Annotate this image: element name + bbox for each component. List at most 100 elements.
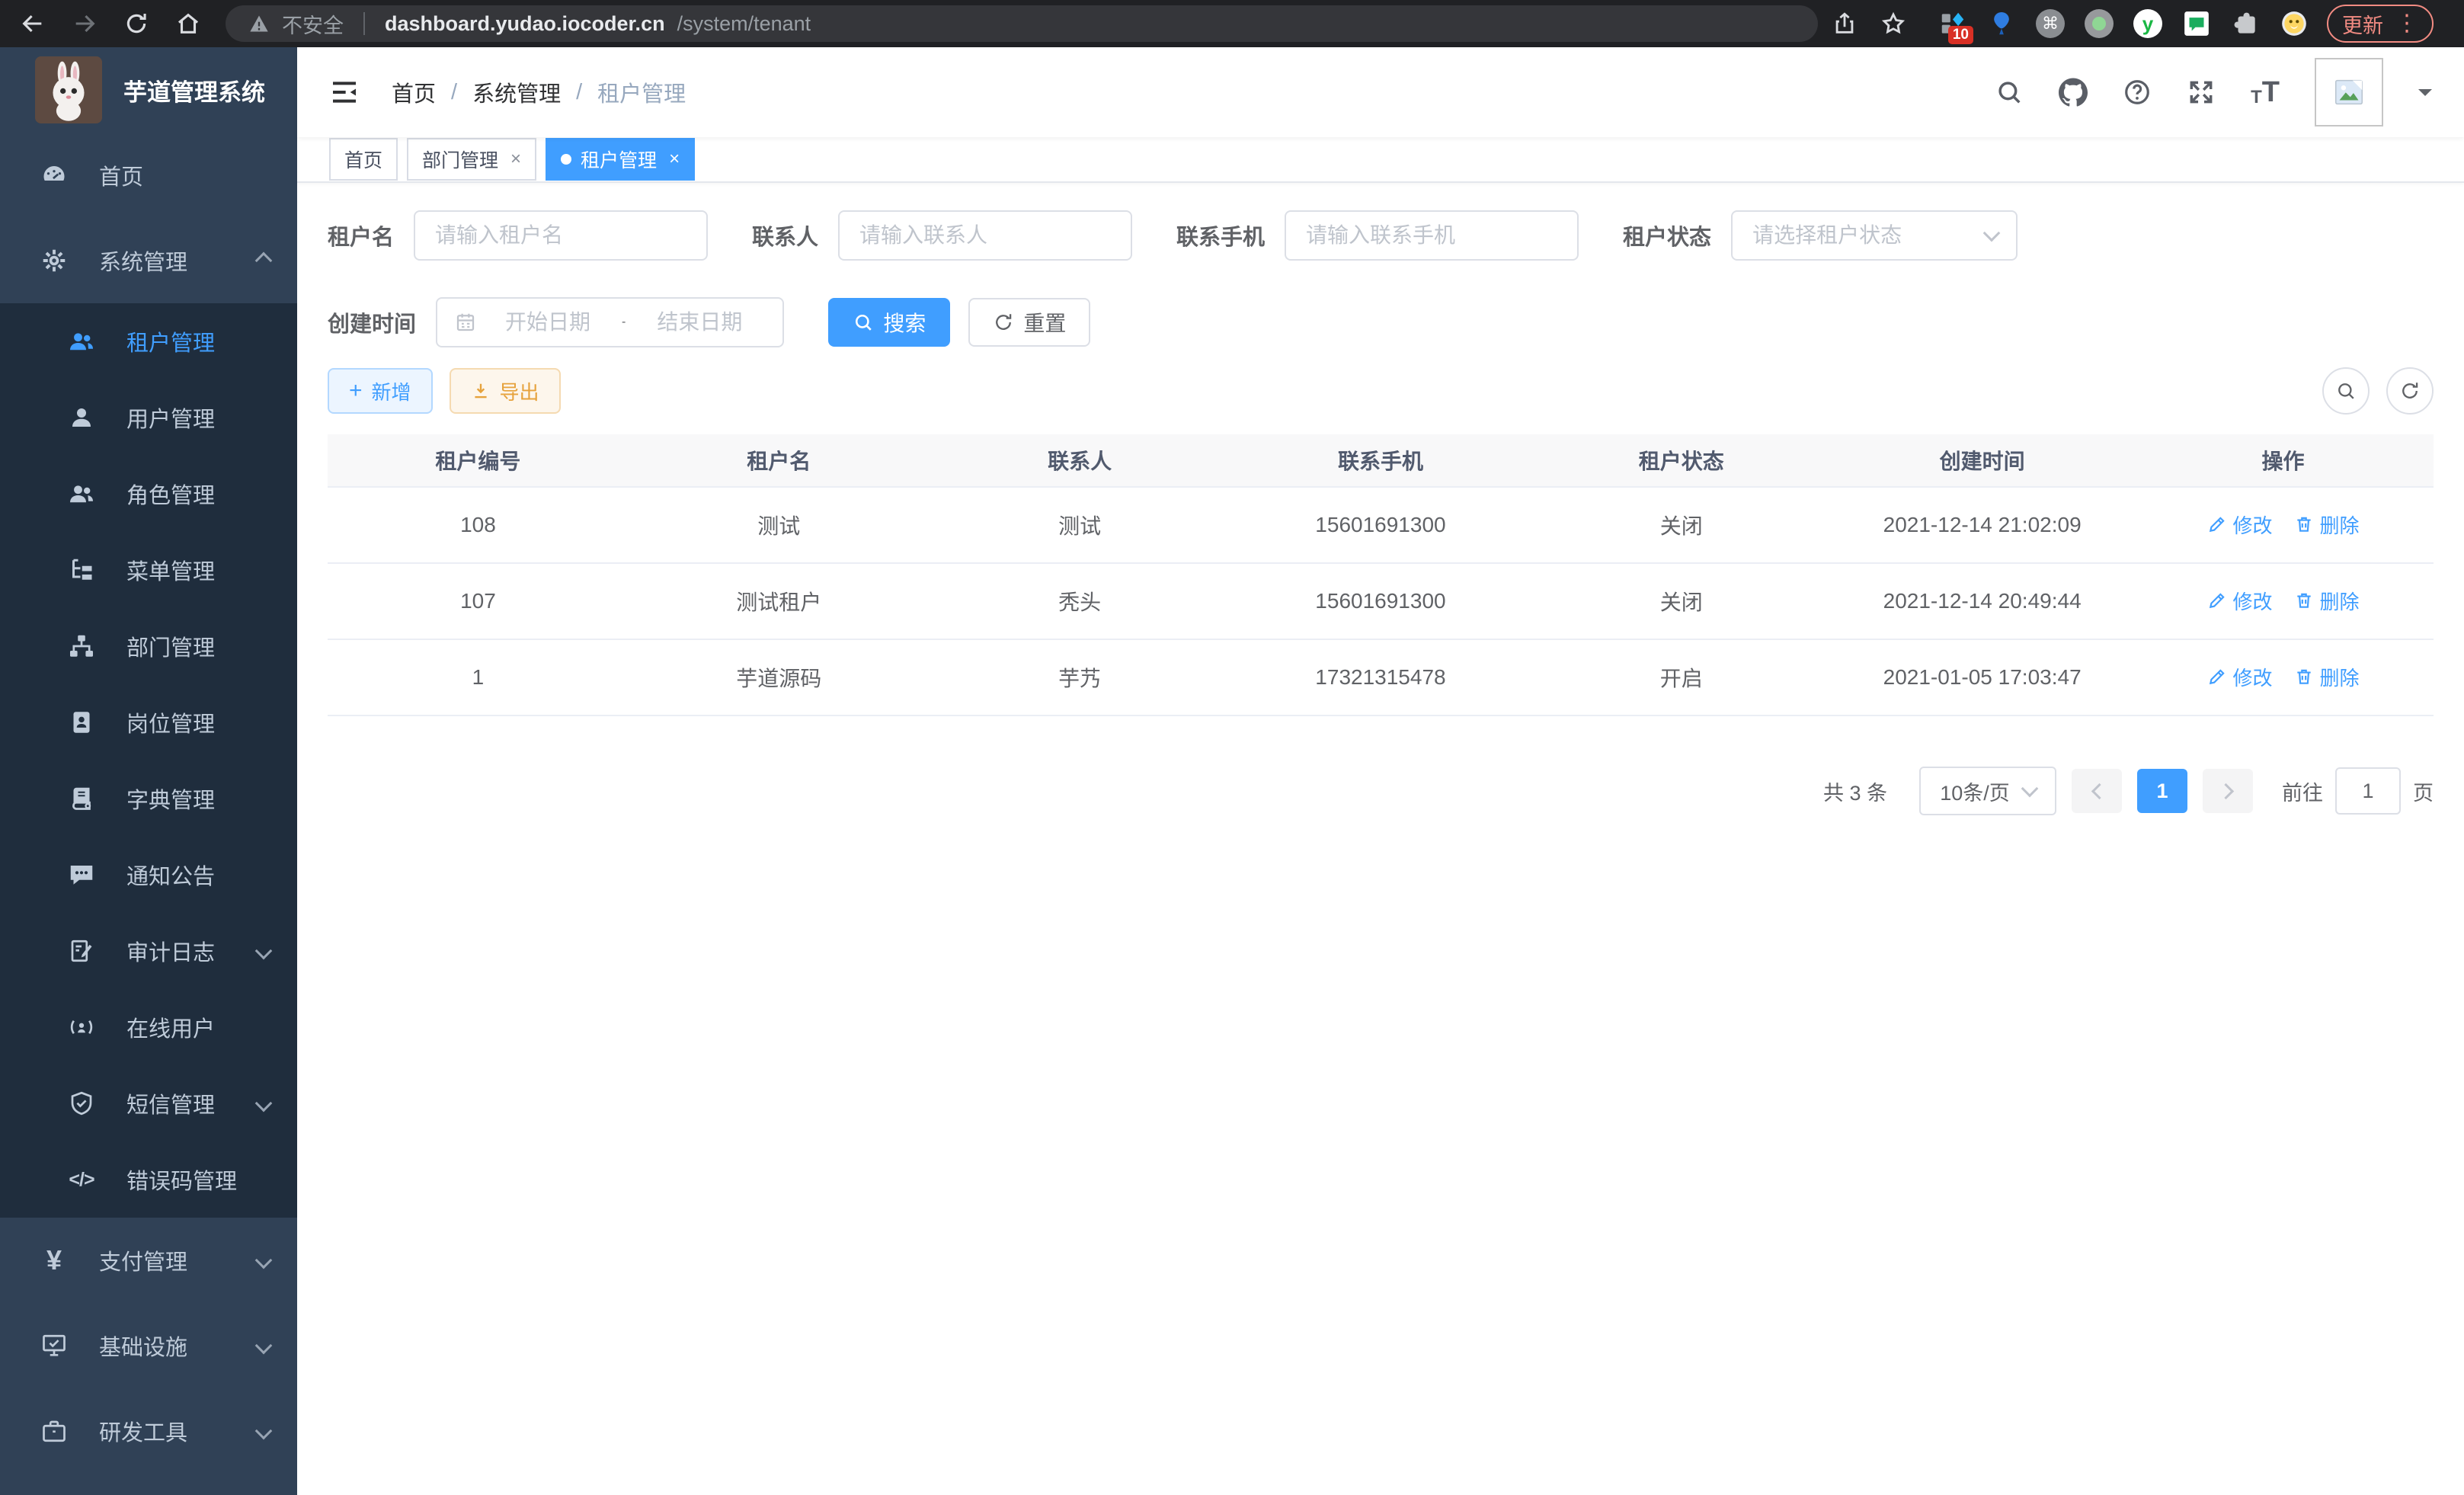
delete-link[interactable]: 删除 <box>2294 663 2360 691</box>
sidebar-item-dictionary[interactable]: 字典管理 <box>0 760 297 837</box>
sidebar: 芋道管理系统 首页 系统管理 租户管理 <box>0 47 297 1495</box>
breadcrumb-item[interactable]: 系统管理 <box>472 76 561 108</box>
col-tenant-name: 租户名 <box>629 434 930 487</box>
post-badge-icon <box>67 708 96 737</box>
cell-created: 2021-01-05 17:03:47 <box>1832 639 2133 715</box>
edit-link[interactable]: 修改 <box>2207 511 2273 539</box>
sidebar-item-label: 研发工具 <box>99 1415 227 1447</box>
breadcrumb-item[interactable]: 首页 <box>392 76 436 108</box>
audit-log-icon <box>67 936 96 965</box>
sidebar-item-payment[interactable]: ¥ 支付管理 <box>0 1218 297 1303</box>
extensions-cluster: 10 ⌘ y <box>1938 9 2309 38</box>
extension-command-icon[interactable]: ⌘ <box>2036 9 2065 38</box>
filter-row-1: 租户名 联系人 联系手机 租户状态 <box>328 210 2434 261</box>
plus-icon: + <box>349 379 363 402</box>
status-select-input[interactable] <box>1731 210 2018 261</box>
add-button[interactable]: + 新增 <box>328 368 433 414</box>
page-size-select[interactable]: 10条/页 <box>1919 767 2056 815</box>
end-date-input[interactable] <box>633 309 766 335</box>
browser-menu-icon[interactable]: ⋮ <box>2395 12 2418 35</box>
calendar-icon <box>454 311 477 334</box>
tab-tenants[interactable]: 租户管理 × <box>546 138 695 181</box>
mobile-input[interactable] <box>1285 210 1579 261</box>
cell-contact: 芋艿 <box>930 639 1230 715</box>
edit-link[interactable]: 修改 <box>2207 587 2273 615</box>
extension-y-icon[interactable]: y <box>2133 9 2162 38</box>
sidebar-item-label: 通知公告 <box>126 859 270 891</box>
tenant-name-label: 租户名 <box>328 219 394 251</box>
delete-link[interactable]: 删除 <box>2294 511 2360 539</box>
back-icon[interactable] <box>20 11 46 37</box>
contact-input[interactable] <box>838 210 1132 261</box>
filter-create-time: 创建时间 - <box>328 297 784 347</box>
cell-mobile: 15601691300 <box>1230 563 1531 639</box>
reload-icon[interactable] <box>123 11 149 37</box>
bookmark-star-icon[interactable] <box>1880 11 1906 37</box>
online-users-icon <box>67 1013 96 1042</box>
reset-button[interactable]: 重置 <box>968 298 1090 347</box>
export-button[interactable]: 导出 <box>450 368 561 414</box>
forward-icon[interactable] <box>72 11 98 37</box>
sidebar-item-error-codes[interactable]: </> 错误码管理 <box>0 1141 297 1218</box>
delete-link[interactable]: 删除 <box>2294 587 2360 615</box>
tab-label: 首页 <box>344 146 382 173</box>
cell-contact: 秃头 <box>930 563 1230 639</box>
sidebar-item-dev-tools[interactable]: 研发工具 <box>0 1388 297 1474</box>
sidebar-item-announcements[interactable]: 通知公告 <box>0 837 297 913</box>
collapse-sidebar-icon[interactable] <box>329 77 360 107</box>
edit-link[interactable]: 修改 <box>2207 663 2273 691</box>
sidebar-item-tenant[interactable]: 租户管理 <box>0 303 297 379</box>
cell-contact: 测试 <box>930 487 1230 563</box>
sidebar-item-posts[interactable]: 岗位管理 <box>0 684 297 760</box>
refresh-table-button[interactable] <box>2386 367 2434 415</box>
start-date-input[interactable] <box>482 309 614 335</box>
search-button[interactable]: 搜索 <box>828 298 950 347</box>
share-icon[interactable] <box>1832 11 1858 37</box>
fullscreen-icon[interactable] <box>2187 78 2216 107</box>
sidebar-item-system[interactable]: 系统管理 <box>0 218 297 303</box>
tenant-name-input[interactable] <box>414 210 708 261</box>
avatar-dropdown-icon[interactable] <box>2418 89 2432 103</box>
security-label[interactable]: 不安全 <box>282 9 344 39</box>
extension-record-icon[interactable] <box>2085 9 2114 38</box>
sidebar-item-label: 首页 <box>99 159 270 191</box>
sidebar-item-departments[interactable]: 部门管理 <box>0 608 297 684</box>
sidebar-item-home[interactable]: 首页 <box>0 133 297 218</box>
close-icon[interactable]: × <box>510 149 521 170</box>
next-page-button[interactable] <box>2203 769 2253 813</box>
cell-status: 关闭 <box>1531 487 1832 563</box>
avatar[interactable] <box>2315 58 2383 126</box>
address-bar[interactable]: 不安全 dashboard.yudao.iocoder.cn /system/t… <box>226 5 1818 42</box>
prev-page-button[interactable] <box>2072 769 2122 813</box>
sidebar-item-infrastructure[interactable]: 基础设施 <box>0 1303 297 1388</box>
sidebar-item-menus[interactable]: 菜单管理 <box>0 532 297 608</box>
extension-grid-icon[interactable]: 10 <box>1938 9 1967 38</box>
chrome-update-button[interactable]: 更新 ⋮ <box>2327 5 2434 43</box>
page-1-button[interactable]: 1 <box>2137 769 2187 813</box>
infrastructure-icon <box>40 1331 69 1360</box>
help-icon[interactable] <box>2123 78 2152 107</box>
show-search-button[interactable] <box>2322 367 2370 415</box>
goto-label: 前往 <box>2282 776 2323 806</box>
sidebar-item-sms[interactable]: 短信管理 <box>0 1065 297 1141</box>
status-select[interactable] <box>1731 210 2018 261</box>
extension-balloon-icon[interactable] <box>1987 9 2016 38</box>
home-icon[interactable] <box>175 11 201 37</box>
tab-home[interactable]: 首页 <box>329 138 398 181</box>
sidebar-item-online-users[interactable]: 在线用户 <box>0 989 297 1065</box>
download-icon <box>471 381 491 401</box>
search-icon[interactable] <box>1995 78 2024 107</box>
sidebar-item-audit-log[interactable]: 审计日志 <box>0 913 297 989</box>
sidebar-item-label: 支付管理 <box>99 1244 227 1276</box>
sidebar-item-roles[interactable]: 角色管理 <box>0 456 297 532</box>
sidebar-item-users[interactable]: 用户管理 <box>0 379 297 456</box>
date-range-picker[interactable]: - <box>436 297 784 347</box>
font-size-icon[interactable]: TT <box>2251 78 2280 107</box>
profile-avatar-icon[interactable] <box>2280 9 2309 38</box>
extensions-puzzle-icon[interactable] <box>2231 9 2260 38</box>
goto-page-input[interactable] <box>2335 767 2401 815</box>
github-icon[interactable] <box>2059 78 2088 107</box>
tab-departments[interactable]: 部门管理 × <box>407 138 536 181</box>
extension-chat-icon[interactable] <box>2182 9 2211 38</box>
close-icon[interactable]: × <box>669 149 680 170</box>
